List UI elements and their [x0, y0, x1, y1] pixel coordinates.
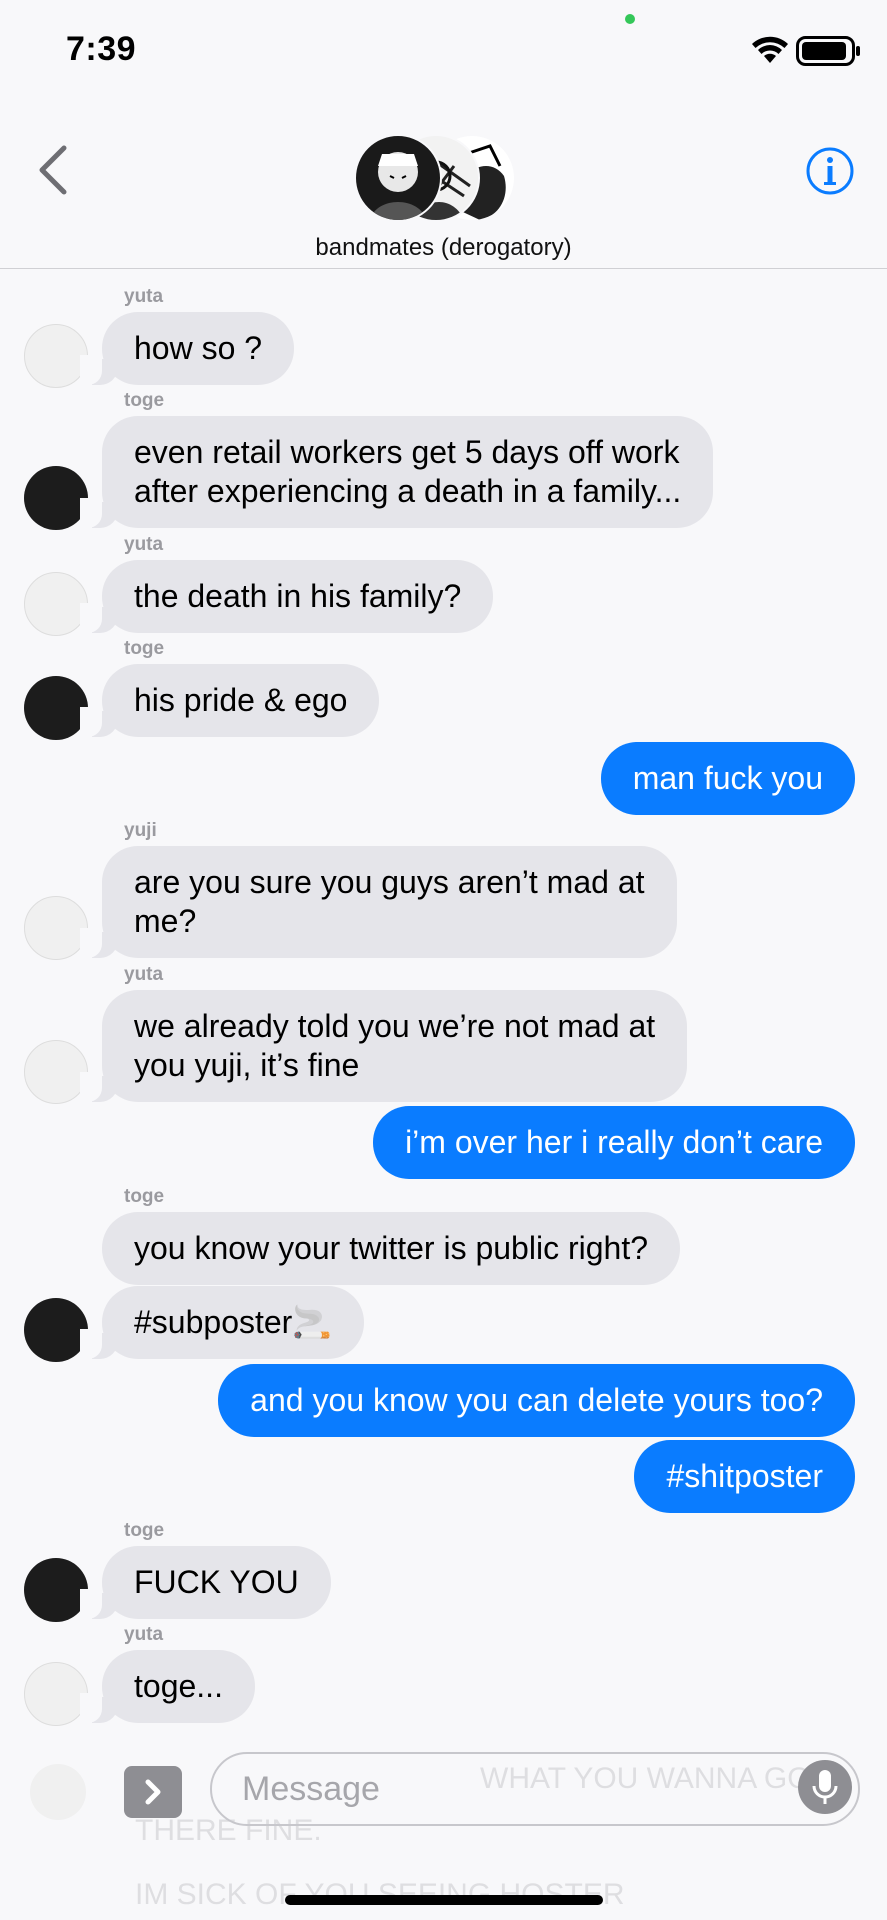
sketch-portrait-icon — [370, 152, 426, 220]
microphone-icon — [812, 1770, 838, 1804]
message-bubble-incoming[interactable]: the death in his family? — [79, 560, 494, 633]
message-bubble-incoming[interactable]: FUCK YOU — [80, 1546, 331, 1619]
avatar[interactable] — [24, 1298, 88, 1362]
avatar[interactable] — [24, 1662, 88, 1726]
sender-label: yuji — [124, 820, 157, 841]
microphone-button[interactable] — [798, 1760, 852, 1814]
message-bubble-incoming[interactable]: his pride & ego — [79, 664, 380, 737]
message-bubble-outgoing[interactable]: i’m over her i really don’t care — [373, 1106, 855, 1179]
camera-indicator-dot — [625, 14, 635, 24]
avatar[interactable] — [24, 896, 88, 960]
status-bar: 7:39 — [0, 0, 887, 100]
group-name[interactable]: bandmates (derogatory) — [0, 234, 887, 262]
conversation-header: bandmates (derogatory) — [0, 100, 887, 269]
avatar[interactable] — [24, 466, 88, 530]
sender-label: toge — [124, 1186, 165, 1207]
sender-label: yuta — [124, 964, 164, 985]
avatar[interactable] — [24, 676, 88, 740]
message-bubble-incoming[interactable]: how so ? — [79, 312, 295, 385]
avatar[interactable] — [24, 324, 88, 388]
message-bubble-incoming[interactable]: we already told you we’re not mad at you… — [79, 990, 688, 1102]
message-bubble-incoming[interactable]: toge... — [80, 1650, 255, 1723]
avatar[interactable] — [24, 1040, 88, 1104]
sender-label: toge — [124, 638, 165, 659]
status-time: 7:39 — [66, 30, 137, 68]
group-avatars[interactable] — [354, 134, 516, 222]
home-indicator[interactable] — [285, 1895, 603, 1905]
sender-label: yuta — [124, 1624, 164, 1645]
battery-icon — [796, 36, 860, 66]
message-bubble-outgoing[interactable]: man fuck you — [600, 742, 855, 815]
message-bubble-outgoing[interactable]: #shitposter — [634, 1440, 855, 1513]
sender-label: yuta — [124, 286, 164, 307]
sender-label: yuta — [124, 534, 164, 555]
message-bubble-incoming[interactable]: even retail workers get 5 days off work … — [79, 416, 714, 528]
message-bubble-outgoing[interactable]: and you know you can delete yours too? — [218, 1364, 855, 1437]
sender-label: toge — [124, 390, 165, 411]
back-button[interactable] — [32, 140, 76, 200]
message-list[interactable]: yuta how so ? toge even retail workers g… — [0, 268, 887, 1748]
message-input[interactable] — [210, 1752, 860, 1826]
message-bubble-incoming[interactable]: are you sure you guys aren’t mad at me? — [80, 846, 677, 958]
avatar[interactable] — [24, 1558, 88, 1622]
apps-button[interactable] — [124, 1766, 182, 1818]
info-button[interactable] — [805, 146, 855, 196]
message-bubble-incoming[interactable]: you know your twitter is public right? — [102, 1212, 680, 1285]
compose-bar: WHAT YOU WANNA GO THERE FINE. IM SICK OF… — [0, 1730, 887, 1920]
group-avatar-3 — [354, 134, 442, 222]
compose-avatar[interactable] — [30, 1764, 86, 1820]
sender-label: toge — [124, 1520, 165, 1541]
message-bubble-incoming[interactable]: #subposter🚬 — [79, 1286, 365, 1359]
chevron-right-icon — [145, 1779, 161, 1805]
wifi-icon — [752, 36, 788, 63]
avatar[interactable] — [24, 572, 88, 636]
